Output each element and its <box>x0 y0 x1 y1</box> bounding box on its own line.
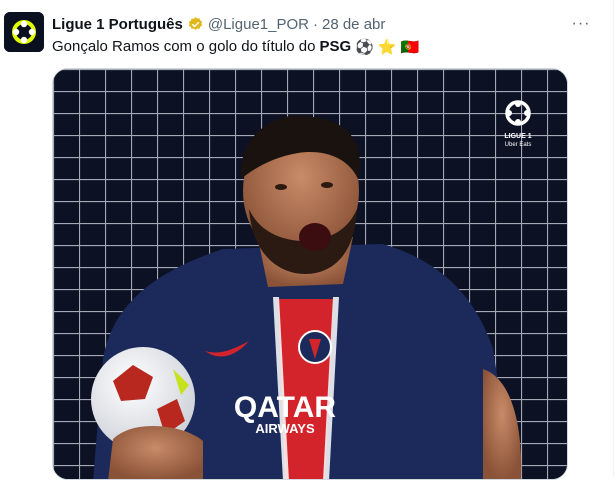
ligue1-badge-icon <box>505 100 531 126</box>
portugal-flag-icon: 🇵🇹 <box>400 38 420 56</box>
ligue1-logo-icon <box>4 12 44 52</box>
badge-line1: LIGUE 1 <box>504 133 532 140</box>
verified-badge-icon[interactable] <box>187 16 204 33</box>
author-avatar[interactable] <box>4 12 44 52</box>
tweet-text-body: Gonçalo Ramos com o golo do título do <box>52 38 316 55</box>
tweet-timestamp[interactable]: 28 de abr <box>322 16 385 33</box>
jersey-sponsor-text: QATAR <box>234 391 337 424</box>
more-options-icon[interactable]: ··· <box>569 12 593 36</box>
author-name[interactable]: Ligue 1 Português <box>52 16 183 33</box>
tweet-header: Ligue 1 Português @Ligue1_POR · 28 de ab… <box>52 14 573 34</box>
tweet-media-image[interactable]: QATAR AIRWAYS LIGUE 1 Uber Eats <box>52 68 568 480</box>
team-mention[interactable]: PSG <box>319 37 351 57</box>
badge-line2: Uber Eats <box>504 142 532 148</box>
star-icon: ⭐ <box>377 38 397 56</box>
tweet-card[interactable]: Ligue 1 Português @Ligue1_POR · 28 de ab… <box>0 0 614 480</box>
soccer-ball-icon: ⚽ <box>355 38 374 56</box>
tweet-text: Gonçalo Ramos com o golo do título do PS… <box>52 36 593 58</box>
jersey-sponsor-subtext: AIRWAYS <box>255 421 315 436</box>
separator-dot: · <box>312 15 318 33</box>
author-handle[interactable]: @Ligue1_POR <box>208 16 309 33</box>
ligue1-broadcast-badge: LIGUE 1 Uber Eats <box>491 93 545 163</box>
